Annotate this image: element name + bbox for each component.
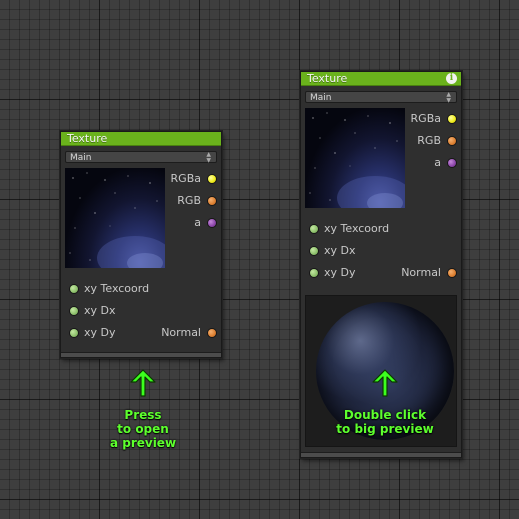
press-preview-caption: Press to open a preview (103, 408, 183, 450)
input-dx-socket[interactable] (70, 307, 78, 315)
output-rgba-socket[interactable] (448, 115, 456, 123)
texture-node-right[interactable]: Texture i Main ▲ ▼ RGBa RGB a xy Texcoor… (300, 71, 462, 458)
caption-line: Double click (343, 408, 427, 422)
arrow-up-icon (130, 369, 156, 397)
chevron-up-down-icon: ▲ ▼ (206, 151, 211, 164)
port-label: RGBa (410, 112, 441, 125)
texture-thumbnail[interactable] (305, 108, 405, 208)
output-normal-socket[interactable] (448, 269, 456, 277)
port-label: xy Dx (324, 244, 356, 257)
output-rgb: RGB (417, 134, 441, 148)
output-a: a (434, 156, 441, 170)
input-dx-socket[interactable] (310, 247, 318, 255)
output-rgba: RGBa (411, 112, 441, 126)
node-title-bar[interactable]: Texture (61, 132, 221, 146)
double-click-caption: Double click to big preview (330, 408, 440, 436)
info-icon[interactable]: i (446, 73, 457, 84)
port-label: xy Texcoord (84, 282, 150, 295)
input-dy-socket[interactable] (70, 329, 78, 337)
input-dx: xy Dx (324, 244, 356, 258)
output-rgb-socket[interactable] (208, 197, 216, 205)
caption-line: Press (124, 408, 162, 422)
port-label: RGB (417, 134, 441, 147)
space-texture-image (69, 172, 165, 268)
port-label: Normal (161, 326, 201, 339)
input-texcoord: xy Texcoord (84, 282, 149, 296)
output-normal-socket[interactable] (208, 329, 216, 337)
output-rgb-socket[interactable] (448, 137, 456, 145)
dropdown-value: Main (70, 153, 92, 163)
port-label: RGB (177, 194, 201, 207)
port-label: a (194, 216, 201, 229)
input-texcoord-socket[interactable] (310, 225, 318, 233)
caption-line: a preview (109, 436, 177, 450)
output-normal: Normal (161, 326, 201, 340)
port-label: xy Dy (324, 266, 356, 279)
node-title: Texture (67, 132, 108, 145)
space-texture-image (309, 112, 405, 208)
input-dy: xy Dy (84, 326, 116, 340)
source-dropdown[interactable]: Main ▲ ▼ (305, 91, 457, 104)
port-label: xy Dx (84, 304, 116, 317)
preview-toggle-bar[interactable] (61, 352, 221, 357)
chevron-up-down-icon: ▲ ▼ (446, 91, 451, 104)
caption-line: to open (117, 422, 169, 436)
port-label: RGBa (170, 172, 201, 185)
output-a-socket[interactable] (448, 159, 456, 167)
input-dy-socket[interactable] (310, 269, 318, 277)
node-title: Texture (307, 72, 348, 85)
texture-node-left[interactable]: Texture Main ▲▼ RGBa RGB a xy Texcoord (60, 131, 222, 358)
output-a: a (194, 216, 201, 230)
preview-toggle-bar[interactable] (301, 452, 461, 457)
texture-thumbnail[interactable] (65, 168, 165, 268)
dropdown-value: Main (310, 93, 332, 103)
output-normal: Normal (401, 266, 441, 280)
output-rgb: RGB (177, 194, 201, 208)
input-texcoord-socket[interactable] (70, 285, 78, 293)
input-dy: xy Dy (324, 266, 356, 280)
input-texcoord: xy Texcoord (324, 222, 389, 236)
caption-line: to big preview (336, 422, 434, 436)
port-label: a (434, 156, 441, 169)
input-dx: xy Dx (84, 304, 116, 318)
port-label: xy Texcoord (324, 222, 390, 235)
output-rgba: RGBa (171, 172, 201, 186)
source-dropdown[interactable]: Main ▲ ▼ (65, 151, 217, 164)
node-title-bar[interactable]: Texture i (301, 72, 461, 86)
port-label: xy Dy (84, 326, 116, 339)
port-label: Normal (401, 266, 441, 279)
output-a-socket[interactable] (208, 219, 216, 227)
output-rgba-socket[interactable] (208, 175, 216, 183)
arrow-up-icon (372, 369, 398, 397)
